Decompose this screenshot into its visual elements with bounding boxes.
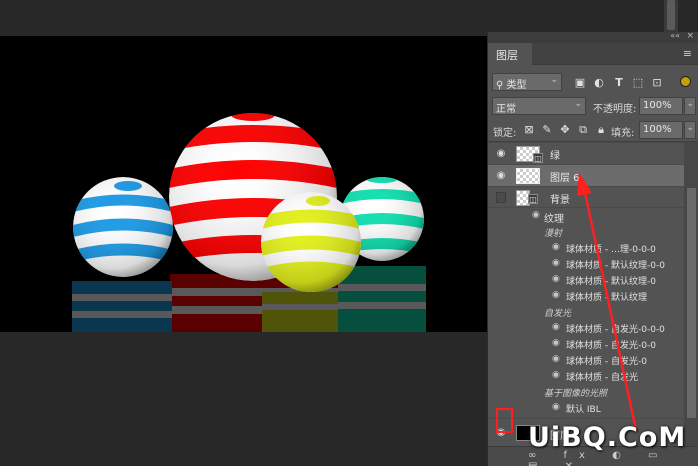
list-item[interactable]: ◉ 球体材质 - …理-0-0-0 bbox=[488, 240, 684, 256]
list-item[interactable]: ◉ 球体材质 - 默认纹理-0-0 bbox=[488, 256, 684, 272]
blend-mode-select[interactable]: 正常 ⌄ bbox=[492, 97, 586, 115]
lock-paint-icon[interactable]: ✎ bbox=[540, 123, 554, 137]
eye-icon[interactable]: ◉ bbox=[495, 170, 507, 182]
sublayer-label: 纹理 bbox=[544, 214, 564, 225]
sublayer-label: 球体材质 - …理-0-0-0 bbox=[566, 245, 656, 255]
sublayer-texture-group[interactable]: ◉ 纹理 bbox=[488, 208, 684, 225]
lock-row: 锁定: ⊠ ✎ ✥ ⧉ 🔒︎ 填充: 100% ⌄ bbox=[488, 120, 698, 142]
chevron-down-icon: ⌄ bbox=[574, 99, 582, 109]
filter-row: ⚲ 类型 ⌄ ▣ ◐ T ⬚ ⊡ bbox=[488, 71, 698, 95]
fill-field[interactable]: 100% bbox=[639, 121, 683, 139]
filter-kind-select[interactable]: ⚲ 类型 ⌄ bbox=[492, 73, 562, 91]
lock-transparent-icon[interactable]: ⊠ bbox=[522, 123, 536, 137]
eye-icon[interactable]: ◉ bbox=[532, 210, 540, 220]
lock-all-icon[interactable]: 🔒︎ bbox=[594, 123, 608, 137]
list-item[interactable]: ◉ 球体材质 - 自发光-0-0 bbox=[488, 336, 684, 352]
list-item[interactable]: ◉ 球体材质 - 自发光-0-0-0 bbox=[488, 320, 684, 336]
sublayer-header: 自发光 bbox=[488, 304, 684, 320]
blend-row: 正常 ⌄ 不透明度: 100% ⌄ bbox=[488, 96, 698, 118]
sublayer-label: 默认 IBL bbox=[566, 405, 601, 415]
list-item[interactable]: ◉ 球体材质 - 默认纹理 bbox=[488, 288, 684, 304]
list-item[interactable]: ◉ 球体材质 - 自发光 bbox=[488, 368, 684, 384]
panel-titlebar[interactable]: «« × bbox=[488, 31, 698, 43]
lock-artboard-icon[interactable]: ⧉ bbox=[576, 123, 590, 137]
visibility-toggle-off[interactable] bbox=[496, 192, 506, 203]
sublayer-label: 球体材质 - 自发光-0 bbox=[566, 357, 647, 367]
collapse-icon[interactable]: «« bbox=[670, 31, 680, 40]
layer-row[interactable]: ◉ ◫ 绿 bbox=[488, 142, 684, 164]
fill-label: 填充: bbox=[611, 128, 635, 139]
lock-position-icon[interactable]: ✥ bbox=[558, 123, 572, 137]
sublayer-header: 基于图像的光照 bbox=[488, 384, 684, 400]
blend-mode-value: 正常 bbox=[496, 104, 516, 115]
eye-icon[interactable]: ◉ bbox=[552, 322, 560, 332]
layer-name: 绿 bbox=[550, 151, 560, 162]
scrollbar-thumb[interactable] bbox=[687, 188, 696, 418]
eye-icon[interactable]: ◉ bbox=[552, 290, 560, 300]
eye-icon[interactable]: ◉ bbox=[552, 370, 560, 380]
3d-layer-icon: ◫ bbox=[533, 153, 543, 163]
highlight-box bbox=[496, 408, 513, 433]
fill-dropdown[interactable]: ⌄ bbox=[684, 121, 696, 139]
workspace-scrollbar[interactable] bbox=[664, 0, 678, 32]
sublayer-label: 球体材质 - 自发光-0-0 bbox=[566, 341, 656, 351]
sublayer-label: 球体材质 - 自发光-0-0-0 bbox=[566, 325, 665, 335]
opacity-value: 100% bbox=[643, 100, 672, 111]
scrollbar-thumb[interactable] bbox=[667, 0, 675, 30]
ibl-header: 基于图像的光照 bbox=[544, 389, 608, 399]
3d-layer-icon: ◫ bbox=[528, 194, 538, 204]
tab-layers[interactable]: 图层 bbox=[488, 43, 532, 65]
eye-icon[interactable]: ◉ bbox=[552, 242, 560, 252]
opacity-field[interactable]: 100% bbox=[639, 97, 683, 115]
opacity-dropdown[interactable]: ⌄ bbox=[684, 97, 696, 115]
eye-icon[interactable]: ◉ bbox=[552, 274, 560, 284]
layer-list: ◉ ◫ 绿 ◉ 图层 6 ◫ 背景 ◉ 纹理 漫射 ◉ 球体材质 - …理-0-… bbox=[488, 142, 684, 446]
list-item[interactable]: ◉ 默认 IBL bbox=[488, 400, 684, 416]
watermark: UiBQ.CoM bbox=[528, 422, 687, 453]
chevron-down-icon: ⌄ bbox=[686, 99, 694, 109]
type-filter-icon[interactable]: T bbox=[612, 76, 626, 90]
document-canvas[interactable] bbox=[0, 36, 488, 332]
fill-value: 100% bbox=[643, 124, 672, 135]
filter-toggle[interactable] bbox=[680, 76, 691, 87]
smart-object-filter-icon[interactable]: ⊡ bbox=[650, 76, 664, 90]
sublayer-label: 球体材质 - 默认纹理-0-0 bbox=[566, 261, 665, 271]
sublayer-label: 球体材质 - 默认纹理-0 bbox=[566, 277, 656, 287]
search-icon: ⚲ bbox=[496, 80, 507, 91]
list-item[interactable]: ◉ 球体材质 - 自发光-0 bbox=[488, 352, 684, 368]
shape-filter-icon[interactable]: ⬚ bbox=[631, 76, 645, 90]
layers-panel: «« × 图层 ≡ ⚲ 类型 ⌄ ▣ ◐ T ⬚ ⊡ 正常 ⌄ 不透明度: 10… bbox=[487, 31, 698, 466]
eye-icon[interactable]: ◉ bbox=[552, 354, 560, 364]
sublayer-header: 漫射 bbox=[488, 224, 684, 240]
filter-kind-label: 类型 bbox=[506, 80, 527, 91]
eye-icon[interactable]: ◉ bbox=[552, 338, 560, 348]
yellow-ball bbox=[261, 192, 361, 292]
layer-row-selected[interactable]: ◉ 图层 6 bbox=[488, 164, 684, 186]
layer-name: 背景 bbox=[550, 195, 570, 206]
sublayer-label: 球体材质 - 默认纹理 bbox=[566, 293, 647, 303]
panel-tabbar: 图层 ≡ bbox=[488, 43, 698, 65]
eye-icon[interactable]: ◉ bbox=[552, 402, 560, 412]
layer-thumbnail bbox=[516, 168, 540, 184]
layer-row[interactable]: ◫ 背景 bbox=[488, 186, 684, 208]
balls-render bbox=[72, 113, 426, 332]
lock-label: 锁定: bbox=[493, 128, 517, 139]
eye-icon[interactable]: ◉ bbox=[495, 148, 507, 160]
glow-header: 自发光 bbox=[544, 309, 572, 319]
layer-name: 图层 6 bbox=[550, 173, 580, 184]
close-icon[interactable]: × bbox=[686, 31, 694, 41]
sublayer-label: 球体材质 - 自发光 bbox=[566, 373, 638, 383]
eye-icon[interactable]: ◉ bbox=[552, 258, 560, 268]
panel-menu-icon[interactable]: ≡ bbox=[683, 47, 692, 60]
chevron-down-icon: ⌄ bbox=[550, 75, 558, 85]
chevron-down-icon: ⌄ bbox=[686, 123, 694, 133]
layer-list-scrollbar[interactable] bbox=[684, 142, 698, 446]
blue-ball bbox=[73, 177, 173, 277]
list-item[interactable]: ◉ 球体材质 - 默认纹理-0 bbox=[488, 272, 684, 288]
adjustment-filter-icon[interactable]: ◐ bbox=[592, 76, 606, 90]
image-filter-icon[interactable]: ▣ bbox=[573, 76, 587, 90]
opacity-label: 不透明度: bbox=[593, 104, 637, 115]
diffuse-header: 漫射 bbox=[544, 229, 563, 239]
